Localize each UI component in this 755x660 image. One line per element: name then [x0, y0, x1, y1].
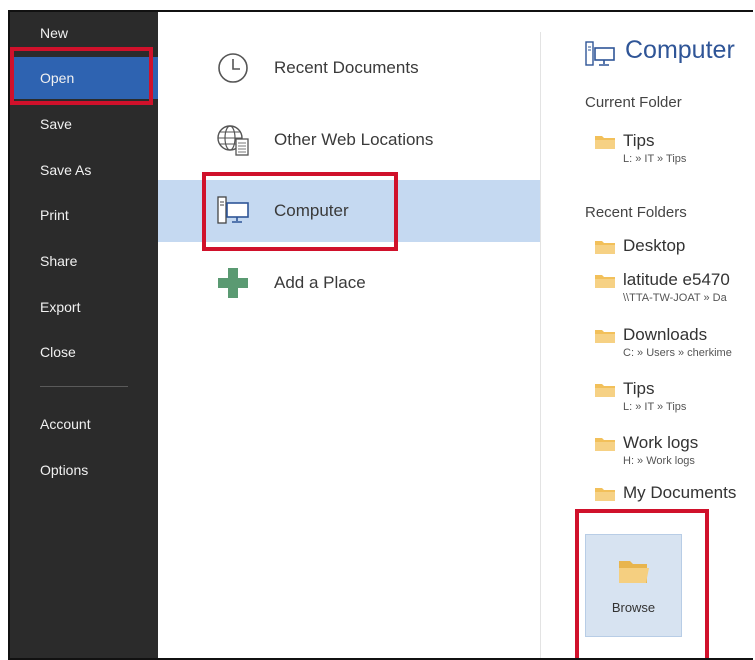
globe-icon	[217, 125, 249, 156]
recent-folders-heading: Recent Folders	[585, 204, 687, 221]
computer-pane: Computer Current Folder Tips L: » IT » T…	[541, 12, 753, 658]
nav-item-save[interactable]: Save	[10, 103, 158, 145]
folder-name: Tips	[623, 379, 655, 398]
folder-name: latitude e5470	[623, 270, 730, 289]
folder-icon	[619, 561, 649, 583]
nav-item-options[interactable]: Options	[10, 449, 158, 491]
place-label: Add a Place	[274, 273, 366, 292]
nav-item-share[interactable]: Share	[10, 240, 158, 282]
folder-path: C: » Users » cherkime	[623, 347, 732, 359]
nav-item-account[interactable]: Account	[10, 403, 158, 445]
nav-item-print[interactable]: Print	[10, 194, 158, 236]
computer-icon	[217, 196, 249, 224]
nav-item-new[interactable]: New	[10, 12, 158, 54]
place-other-web-locations[interactable]: Other Web Locations	[158, 109, 540, 171]
place-computer[interactable]: Computer	[158, 180, 540, 242]
place-label: Computer	[274, 201, 349, 220]
browse-label: Browse	[611, 600, 656, 615]
nav-item-save-as[interactable]: Save As	[10, 149, 158, 191]
folder-icon	[595, 136, 615, 149]
pane-title: Computer	[625, 36, 735, 64]
folder-icon	[595, 241, 615, 254]
folder-icon	[595, 275, 615, 288]
computer-icon	[585, 41, 615, 66]
folder-name: Downloads	[623, 325, 708, 344]
place-recent-documents[interactable]: Recent Documents	[158, 37, 540, 99]
folder-icon	[595, 488, 615, 501]
folder-path: L: » IT » Tips	[623, 153, 687, 165]
nav-item-close[interactable]: Close	[10, 331, 158, 373]
places-list: Recent Documents Other Web Locations Com…	[158, 12, 540, 658]
nav-divider	[40, 386, 128, 387]
plus-icon	[218, 268, 248, 298]
folder-name: Desktop	[623, 236, 686, 255]
backstage-nav: New Open Save Save As Print Share Export…	[10, 12, 158, 658]
current-folder-heading: Current Folder	[585, 94, 682, 111]
folder-path: \\TTA-TW-JOAT » Da	[623, 292, 727, 304]
nav-item-export[interactable]: Export	[10, 286, 158, 328]
nav-item-open[interactable]: Open	[10, 57, 158, 99]
place-label: Recent Documents	[274, 58, 419, 77]
folder-name: Work logs	[623, 433, 699, 452]
folder-icon	[595, 330, 615, 343]
folder-icon	[595, 384, 615, 397]
place-label: Other Web Locations	[274, 130, 434, 149]
folder-name: My Documents	[623, 483, 737, 502]
browse-button[interactable]: Browse	[585, 534, 682, 637]
folder-path: H: » Work logs	[623, 455, 695, 467]
folder-icon	[595, 438, 615, 451]
clock-icon	[218, 53, 248, 83]
backstage-view: New Open Save Save As Print Share Export…	[8, 10, 753, 660]
folder-path: L: » IT » Tips	[623, 401, 687, 413]
place-add-a-place[interactable]: Add a Place	[158, 252, 540, 314]
folder-name: Tips	[623, 131, 655, 150]
